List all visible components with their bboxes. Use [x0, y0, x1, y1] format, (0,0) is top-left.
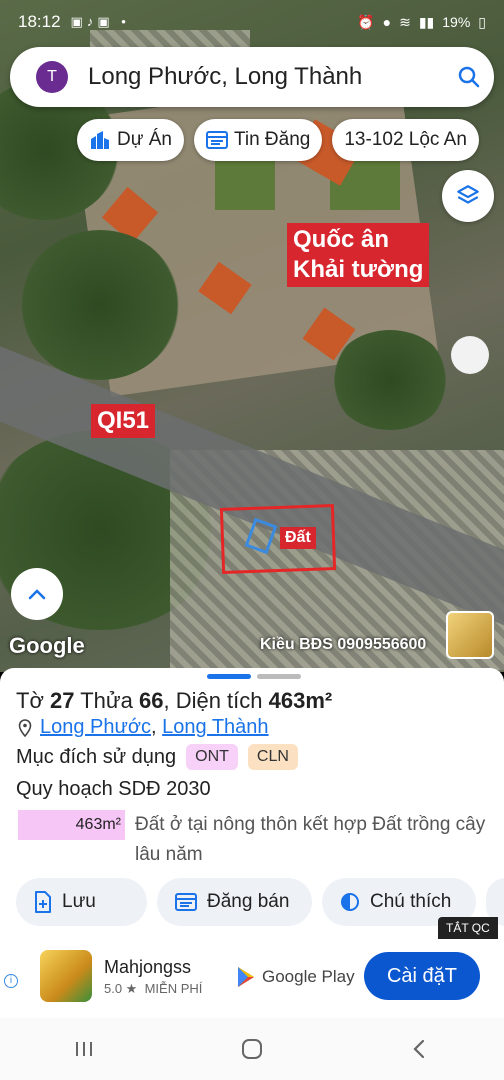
sheet-handle[interactable]: [207, 674, 301, 679]
district-link[interactable]: Long Thành: [162, 716, 268, 739]
tree-cluster: [330, 330, 450, 430]
chip-du-an[interactable]: Dự Án: [77, 119, 184, 161]
battery-percent: 19%: [442, 14, 471, 30]
save-button[interactable]: Lưu: [16, 878, 147, 926]
expand-button[interactable]: [11, 568, 63, 620]
back-icon[interactable]: [409, 1038, 431, 1060]
calendar-icon: [175, 893, 197, 911]
action-buttons: Lưu Đăng bán Chú thích: [16, 878, 504, 926]
parcel-label[interactable]: Đất: [280, 527, 316, 549]
parcel-info-sheet[interactable]: Tờ 27 Thửa 66, Diện tích 463m² Long Phướ…: [0, 668, 504, 940]
google-play-badge: Google Play: [236, 966, 355, 988]
save-file-icon: [35, 891, 51, 913]
signal-icon: ▮▮: [418, 13, 435, 30]
notification-icons: ▣♪▣ •: [70, 14, 130, 29]
alarm-icon: ⏰: [357, 13, 375, 30]
search-icon[interactable]: [444, 65, 494, 89]
chip-loc-an[interactable]: 13-102 Lộc An: [332, 119, 479, 161]
home-icon[interactable]: [241, 1038, 263, 1060]
close-ad-label[interactable]: TẮT QC: [438, 917, 498, 939]
parcel-title: Tờ 27 Thửa 66, Diện tích 463m²: [16, 688, 333, 713]
parcel-outline[interactable]: [219, 504, 337, 574]
system-nav-bar: [0, 1018, 504, 1080]
post-for-sale-button[interactable]: Đăng bán: [157, 878, 312, 926]
watermark-text: Kiều BĐS 0909556600: [260, 636, 427, 653]
search-input[interactable]: Long Phước, Long Thành: [88, 63, 444, 91]
wifi-icon: ≋: [399, 13, 411, 30]
parcel-location: Long Phước, Long Thành: [18, 716, 269, 739]
info-icon[interactable]: i: [4, 974, 18, 988]
lawn-area: [215, 160, 275, 210]
legend-icon: [341, 893, 359, 911]
ad-app-name: Mahjongss: [104, 957, 192, 977]
location-pin-icon: [18, 718, 32, 737]
recent-apps-icon[interactable]: [73, 1039, 95, 1059]
install-button[interactable]: Cài đặT: [364, 952, 480, 1000]
status-bar: 18:12 ▣♪▣ • ⏰ ● ≋ ▮▮ 19% ▯: [0, 0, 504, 44]
plan-description: Đất ở tại nông thôn kết hợp Đất trồng câ…: [135, 814, 486, 865]
tree-cluster: [20, 230, 180, 380]
chevron-up-icon: [28, 589, 46, 600]
map-control-dot[interactable]: [451, 336, 489, 374]
filter-chips: Dự Án Tin Đăng 13-102 Lộc An: [77, 119, 479, 161]
ad-app-icon: [40, 950, 92, 1002]
badge-cln[interactable]: CLN: [247, 744, 298, 770]
road-label[interactable]: QI51: [91, 404, 156, 438]
avatar[interactable]: T: [36, 61, 68, 93]
badge-ont[interactable]: ONT: [186, 744, 238, 770]
ad-banner[interactable]: i Mahjongss 5.0 ★ MIỄN PHÍ Google Play C…: [0, 940, 504, 1018]
google-logo: Google: [9, 633, 85, 658]
play-store-icon: [238, 967, 254, 987]
battery-icon: ▯: [478, 13, 486, 30]
ward-link[interactable]: Long Phước: [40, 716, 151, 739]
plan-row: 463m² Đất ở tại nông thôn kết hợp Đất tr…: [18, 810, 495, 870]
building-icon: [91, 131, 109, 149]
plan-area-box: 463m²: [18, 810, 125, 840]
search-bar[interactable]: T Long Phước, Long Thành: [10, 47, 494, 107]
status-time: 18:12: [18, 12, 61, 31]
ad-rating: 5.0 ★ MIỄN PHÍ: [104, 981, 203, 996]
landmark-label[interactable]: Quốc ân Khải tường: [287, 223, 430, 287]
layers-button[interactable]: [442, 170, 494, 222]
land-use-row: Mục đích sử dụng ONT CLN: [16, 744, 298, 770]
layers-icon: [457, 185, 479, 204]
plan-heading: Quy hoạch SDĐ 2030: [16, 778, 211, 800]
location-icon: ●: [382, 14, 392, 30]
map-thumbnail[interactable]: [446, 611, 494, 659]
list-icon: [205, 131, 228, 149]
chip-tin-dang[interactable]: Tin Đăng: [193, 119, 323, 161]
